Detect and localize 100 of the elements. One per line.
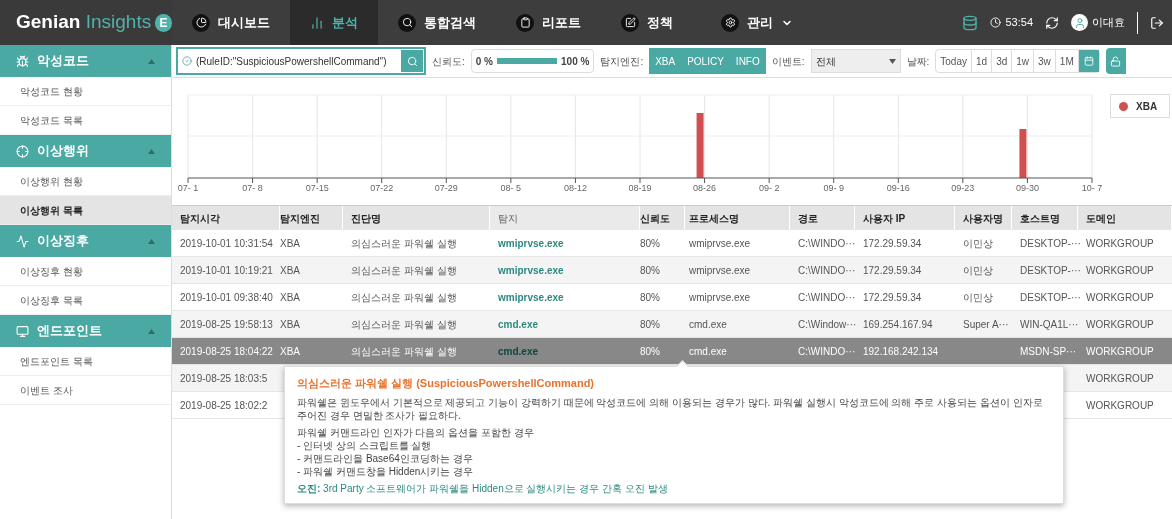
date-range-button[interactable]: Today <box>936 50 972 72</box>
nav-tab[interactable]: 통합검색 <box>378 0 496 45</box>
date-range-button[interactable]: 1M <box>1055 50 1079 72</box>
table-cell-text: 172.29.59.34 <box>863 290 922 305</box>
table-cell-text: DESKTOP-··· <box>1020 263 1081 278</box>
date-range-button[interactable]: 1d <box>972 50 993 72</box>
logo-badge: E <box>155 13 172 32</box>
event-select[interactable]: 전체 <box>810 49 901 73</box>
table-cell-text: WORKGROUP <box>1086 236 1154 251</box>
nav-tab[interactable]: 관리 <box>701 0 813 45</box>
table-cell-text: DESKTOP-··· <box>1020 290 1081 305</box>
table-cell-text: Super A··· <box>963 317 1009 332</box>
chart-legend: XBA <box>1110 94 1170 118</box>
file-link[interactable]: wmiprvse.exe <box>498 289 564 305</box>
refresh-icon[interactable] <box>1045 15 1059 30</box>
table-row[interactable]: 2019-10-01 10:19:21 XBA 의심스러운 파워쉘 실행 wmiprvse.exe 80% wmiprvse.exe C:\WINDO··· 172.29.59.34 이민상 DESKTOP-··· WORKGROUP <box>172 257 1172 284</box>
search-field[interactable]: (RuleID:"SuspiciousPowershellCommand") <box>176 47 426 75</box>
tooltip-note: 오진: 3rd Party 소프트웨어가 파워쉘을 Hidden으로 실행시키는 경우 간혹 오진 발생 <box>297 481 669 495</box>
edit-icon <box>621 13 639 32</box>
table-cell-text: WORKGROUP <box>1086 398 1154 413</box>
table-cell-text: wmiprvse.exe <box>689 263 751 278</box>
target-icon <box>16 144 29 158</box>
table-cell-text: XBA <box>280 290 300 305</box>
nav-tab[interactable]: 분석 <box>290 0 378 45</box>
axis-tick-label: 08-12 <box>563 182 587 195</box>
nav-tab[interactable]: 대시보드 <box>172 0 290 45</box>
collapse-caret-icon <box>148 328 155 334</box>
sidebar-item[interactable]: 이상징후 현황 <box>0 257 171 286</box>
nav-tab[interactable]: 정책 <box>601 0 693 45</box>
table-cell-text: 이민상 <box>963 290 993 305</box>
table-row[interactable]: 2019-08-25 19:58:13 XBA 의심스러운 파워쉘 실행 cmd.exe 80% cmd.exe C:\Window··· 169.254.167.94 Super A··· WIN-QA1L··· WORKGROUP <box>172 311 1172 338</box>
avatar-icon[interactable] <box>1071 14 1088 31</box>
axis-tick-label: 08- 5 <box>500 182 522 195</box>
table-cell-text: 의심스러운 파워쉘 실행 <box>351 317 457 332</box>
confidence-label: 신뢰도: <box>432 54 465 69</box>
dropdown-icon <box>888 58 896 64</box>
axis-tick-label: 09- 9 <box>823 182 844 195</box>
table-cell-text: C:\WINDO··· <box>798 236 856 251</box>
date-range-button[interactable]: 3w <box>1034 50 1056 72</box>
table-cell-text: 80% <box>640 344 660 359</box>
table-cell-text: 의심스러운 파워쉘 실행 <box>351 344 457 359</box>
table-cell-text: C:\WINDO··· <box>798 290 856 305</box>
sidebar-item[interactable]: 이벤트 조사 <box>0 376 171 405</box>
sidebar-item[interactable]: 이상행위 목록 <box>0 196 171 225</box>
date-range-button[interactable]: 3d <box>992 50 1013 72</box>
table-cell-text: WIN-QA1L··· <box>1020 317 1079 332</box>
bar-chart-icon <box>310 15 324 30</box>
table-cell-text: 80% <box>640 290 660 305</box>
axis-tick-label: 09-16 <box>886 182 910 195</box>
date-label: 날짜: <box>906 54 930 69</box>
axis-tick-label: 09-23 <box>951 182 975 195</box>
table-cell-text: XBA <box>280 236 300 251</box>
table-cell-text: 172.29.59.34 <box>863 263 922 278</box>
table-cell-text: 2019-08-25 18:02:2 <box>180 398 268 413</box>
table-cell-text: 2019-08-25 18:04:22 <box>180 344 273 359</box>
confidence-range[interactable]: 0 % 100 % <box>470 49 595 73</box>
nav-tab[interactable]: 리포트 <box>496 0 601 45</box>
check-icon <box>182 56 192 66</box>
column-header[interactable]: 탐지 <box>490 206 640 230</box>
axis-tick-label: 07- 8 <box>242 182 263 195</box>
table-row[interactable]: 2019-08-25 18:04:22 XBA 의심스러운 파워쉘 실행 cmd.exe 80% cmd.exe C:\WINDO··· 192.168.242.134 MSDN-SP··· WORKGROUP <box>172 338 1172 365</box>
sidebar-item[interactable]: 악성코드 현황 <box>0 77 171 106</box>
table-cell-text: XBA <box>280 317 300 332</box>
table-cell-text: C:\Window··· <box>798 317 857 332</box>
table-cell-text: wmiprvse.exe <box>689 290 751 305</box>
table-cell-text: 80% <box>640 263 660 278</box>
file-link[interactable]: cmd.exe <box>498 316 539 332</box>
bug-icon <box>16 54 29 68</box>
date-range-button[interactable]: 1w <box>1012 50 1035 72</box>
user-name[interactable]: 이대효 <box>1092 14 1125 31</box>
table-cell-text: WORKGROUP <box>1086 371 1154 386</box>
table-cell-text: DESKTOP-··· <box>1020 236 1081 251</box>
collapse-caret-icon <box>148 148 155 154</box>
collapse-caret-icon <box>148 58 155 64</box>
axis-tick-label: 07-22 <box>370 182 394 195</box>
logout-icon[interactable] <box>1150 15 1164 30</box>
tooltip-line: - 인터넷 상의 스크립트를 실행 <box>297 438 433 452</box>
table-cell-text: XBA <box>280 263 300 278</box>
table-cell-text: 80% <box>640 317 660 332</box>
table-cell-text: 80% <box>640 236 660 251</box>
monitor-icon <box>16 324 29 338</box>
engine-label: 탐지엔진: <box>600 54 644 69</box>
collapse-caret-icon <box>148 238 155 244</box>
file-link[interactable]: wmiprvse.exe <box>498 262 564 278</box>
database-icon[interactable] <box>962 14 979 31</box>
table-cell-text: 2019-10-01 10:19:21 <box>180 263 273 278</box>
table-cell-text: C:\WINDO··· <box>798 344 856 359</box>
table-cell-text: WORKGROUP <box>1086 290 1154 305</box>
axis-tick-label: 07-29 <box>434 182 458 195</box>
sidebar-item[interactable]: 엔드포인트 목록 <box>0 347 171 376</box>
axis-tick-label: 10- 7 <box>1081 182 1103 195</box>
file-link[interactable]: wmiprvse.exe <box>498 235 564 251</box>
axis-tick-label: 07-15 <box>305 182 329 195</box>
lock-button[interactable] <box>1105 48 1126 74</box>
unlock-icon <box>1110 55 1122 67</box>
table-cell-text: 이민상 <box>963 263 993 278</box>
axis-tick-label: 07- 1 <box>177 182 199 195</box>
search-icon <box>398 13 416 32</box>
pulse-icon <box>16 234 29 248</box>
table-cell-text: WORKGROUP <box>1086 317 1154 332</box>
